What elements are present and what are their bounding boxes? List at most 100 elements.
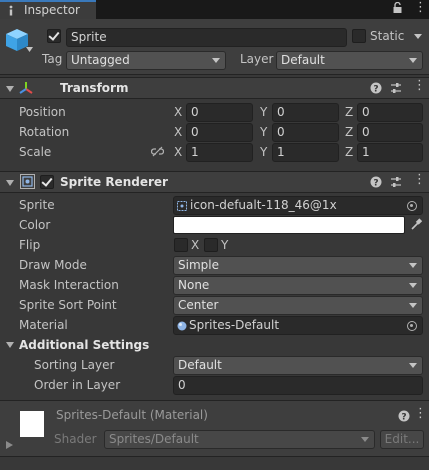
foldout-arrow-icon[interactable] [6, 180, 14, 186]
axis-y-label: Y [260, 105, 268, 119]
scale-x-input[interactable]: 1 [186, 143, 253, 162]
presets-icon[interactable] [390, 176, 402, 188]
sprite-value: icon-defualt-118_46@1x [190, 198, 337, 212]
eyedropper-icon[interactable] [410, 218, 422, 231]
sorting-layer-dropdown[interactable]: Default [173, 356, 423, 375]
layer-dropdown[interactable]: Default [276, 51, 423, 70]
component-menu-icon[interactable]: ⋮ [413, 173, 426, 186]
sprite-renderer-enabled-checkbox[interactable] [40, 175, 54, 189]
color-swatch[interactable] [173, 216, 405, 234]
order-in-layer-input[interactable]: 0 [173, 376, 423, 395]
mask-interaction-dropdown[interactable]: None [173, 276, 423, 295]
material-menu-icon[interactable]: ⋮ [414, 407, 427, 420]
axis-y-label: Y [260, 125, 268, 139]
order-in-layer-label: Order in Layer [34, 378, 121, 392]
chevron-down-icon [409, 363, 417, 368]
help-icon[interactable]: ? [398, 410, 410, 422]
sorting-layer-label: Sorting Layer [34, 358, 115, 372]
transform-icon [19, 82, 33, 94]
sprite-renderer-title: Sprite Renderer [60, 175, 168, 189]
layer-label: Layer [240, 52, 274, 66]
axis-x-label: X [174, 125, 183, 139]
sprite-asset-icon [177, 201, 187, 211]
rotation-z-input[interactable]: 0 [357, 123, 423, 142]
lock-icon[interactable] [393, 2, 402, 13]
position-y-input[interactable]: 0 [272, 103, 339, 122]
transform-title: Transform [60, 81, 129, 95]
sprite-label: Sprite [19, 198, 55, 212]
chevron-down-icon [409, 263, 417, 268]
material-object-field[interactable]: Sprites-Default [173, 316, 423, 335]
sprite-sort-point-label: Sprite Sort Point [19, 298, 117, 312]
axis-x-label: X [174, 105, 183, 119]
static-checkbox[interactable] [352, 29, 366, 43]
foldout-arrow-icon[interactable] [6, 342, 14, 348]
rotation-label: Rotation [19, 125, 70, 139]
axis-y-label: Y [260, 145, 268, 159]
shader-dropdown[interactable]: Sprites/Default [104, 430, 375, 449]
chevron-down-icon [409, 303, 417, 308]
flip-y-label: Y [221, 238, 229, 252]
position-label: Position [19, 105, 66, 119]
sprite-sort-point-dropdown[interactable]: Center [173, 296, 423, 315]
scale-y-input[interactable]: 1 [272, 143, 339, 162]
caret-down-icon[interactable] [26, 47, 33, 52]
help-icon[interactable]: ? [370, 176, 382, 188]
flip-label: Flip [19, 238, 41, 252]
shader-label: Shader [54, 432, 97, 446]
help-icon[interactable]: ? [370, 82, 382, 94]
material-preview-thumbnail [20, 411, 44, 437]
chevron-down-icon [409, 283, 417, 288]
edit-shader-button[interactable]: Edit... [380, 430, 424, 449]
flip-y-checkbox[interactable] [204, 238, 218, 252]
draw-mode-dropdown[interactable]: Simple [173, 256, 423, 275]
mask-interaction-label: Mask Interaction [19, 278, 119, 292]
tag-dropdown[interactable]: Untagged [66, 51, 226, 70]
rotation-x-input[interactable]: 0 [186, 123, 253, 142]
foldout-right-icon[interactable] [6, 441, 13, 449]
object-picker-icon[interactable] [407, 201, 417, 211]
foldout-arrow-icon[interactable] [6, 86, 14, 92]
constrain-proportions-icon[interactable] [151, 146, 164, 157]
svg-text:?: ? [373, 85, 378, 95]
chevron-down-icon [212, 58, 220, 63]
object-picker-icon[interactable] [407, 321, 417, 331]
tab-inspector[interactable]: Inspector [0, 0, 96, 19]
rotation-y-input[interactable]: 0 [272, 123, 339, 142]
material-title: Sprites-Default (Material) [56, 408, 208, 422]
sprite-object-field[interactable]: icon-defualt-118_46@1x [173, 196, 423, 215]
svg-text:?: ? [401, 413, 406, 423]
axis-x-label: X [174, 145, 183, 159]
active-checkbox[interactable] [47, 29, 61, 43]
component-menu-icon[interactable]: ⋮ [413, 79, 426, 92]
presets-icon[interactable] [390, 82, 402, 94]
scale-z-input[interactable]: 1 [357, 143, 423, 162]
scale-label: Scale [19, 145, 52, 159]
draw-mode-value: Simple [178, 258, 219, 272]
flip-x-checkbox[interactable] [174, 238, 188, 252]
flip-x-label: X [191, 238, 200, 252]
sorting-layer-value: Default [178, 358, 222, 372]
material-label: Material [19, 318, 68, 332]
static-dropdown-icon[interactable] [414, 34, 422, 39]
more-options-icon[interactable]: ⋮ [414, 1, 427, 14]
sprite-sort-point-value: Center [178, 298, 219, 312]
additional-settings-title[interactable]: Additional Settings [19, 338, 149, 352]
axis-z-label: Z [345, 145, 354, 159]
tag-value: Untagged [71, 53, 130, 67]
position-x-input[interactable]: 0 [186, 103, 253, 122]
info-icon [9, 5, 13, 16]
color-label: Color [19, 218, 51, 232]
chevron-down-icon [409, 58, 417, 63]
material-value: Sprites-Default [189, 318, 280, 332]
shader-value: Sprites/Default [109, 432, 199, 446]
layer-value: Default [281, 53, 325, 67]
svg-text:?: ? [373, 179, 378, 189]
gameobject-name-input[interactable]: Sprite [66, 28, 347, 47]
chevron-down-icon [361, 437, 369, 442]
position-z-input[interactable]: 0 [357, 103, 423, 122]
material-sphere-icon [177, 321, 187, 331]
tag-label: Tag [42, 52, 63, 66]
axis-z-label: Z [345, 105, 354, 119]
draw-mode-label: Draw Mode [19, 258, 87, 272]
